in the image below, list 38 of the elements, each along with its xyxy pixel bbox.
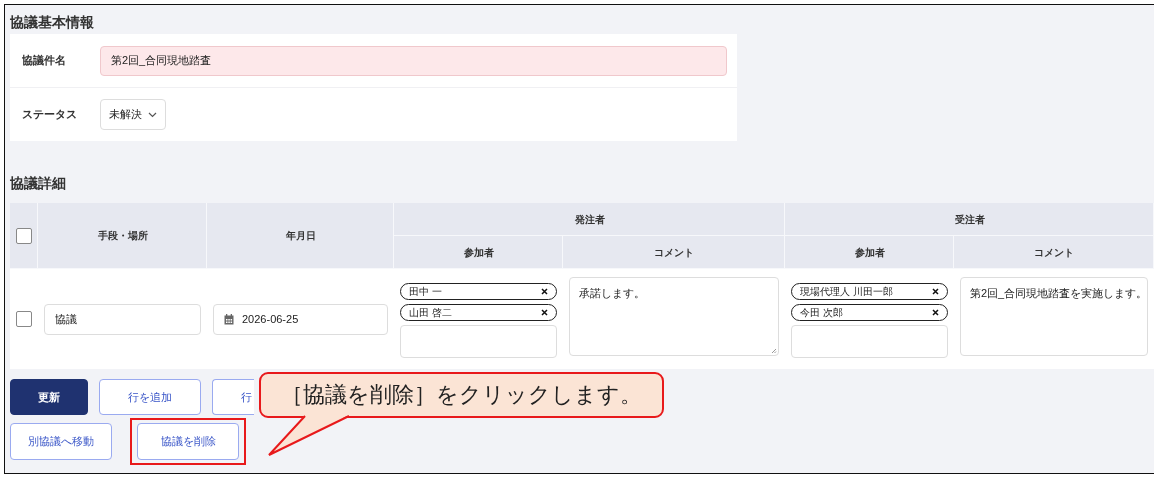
checkbox[interactable] — [16, 228, 32, 244]
calendar-icon — [224, 313, 234, 325]
field-label: ステータス — [21, 107, 78, 122]
action-button[interactable]: 協議を削除 — [137, 423, 239, 460]
comment-field[interactable]: 承諾します。 — [569, 277, 779, 356]
action-button[interactable]: 行 — [212, 379, 254, 415]
column-header: 手段・場所 — [38, 203, 207, 269]
input-field[interactable] — [791, 325, 948, 358]
input-field[interactable]: 第2回_合同現地踏査 — [100, 45, 727, 76]
participant-name: 山田 啓二 — [409, 305, 452, 320]
date-field[interactable]: 2026-06-25 — [213, 303, 388, 335]
close-icon[interactable] — [541, 288, 548, 295]
resize-handle-icon[interactable] — [771, 348, 777, 354]
action-button[interactable]: 更新 — [10, 379, 88, 415]
column-group-header: 受注者 — [954, 212, 985, 227]
comment-field[interactable]: 第2回_合同現地踏査を実施します。 — [960, 277, 1148, 356]
close-icon[interactable] — [932, 309, 939, 316]
chevron-down-icon — [148, 111, 157, 118]
close-icon[interactable] — [541, 309, 548, 316]
column-header: コメント — [563, 236, 785, 269]
section-title: 協議基本情報 — [10, 13, 95, 32]
participant-name: 田中 一 — [409, 284, 442, 299]
status-dropdown[interactable]: 未解決 — [100, 99, 166, 130]
column-header: 参加者 — [785, 236, 954, 269]
action-button[interactable]: 別協議へ移動 — [10, 423, 112, 460]
checkbox[interactable] — [16, 311, 32, 327]
column-group-header: 発注者 — [574, 212, 605, 227]
participant-name: 現場代理人 川田一郎 — [800, 284, 893, 299]
participant-name: 今田 次郎 — [800, 305, 843, 320]
field-label: 協議件名 — [21, 53, 67, 68]
input-field[interactable] — [400, 325, 557, 358]
close-icon[interactable] — [932, 288, 939, 295]
column-header: 参加者 — [394, 236, 563, 269]
section-title: 協議詳細 — [10, 174, 67, 193]
column-header: コメント — [954, 236, 1154, 269]
action-button[interactable]: 行を追加 — [99, 379, 201, 415]
input-field[interactable]: 協議 — [44, 303, 201, 335]
column-header: 年月日 — [207, 203, 394, 269]
